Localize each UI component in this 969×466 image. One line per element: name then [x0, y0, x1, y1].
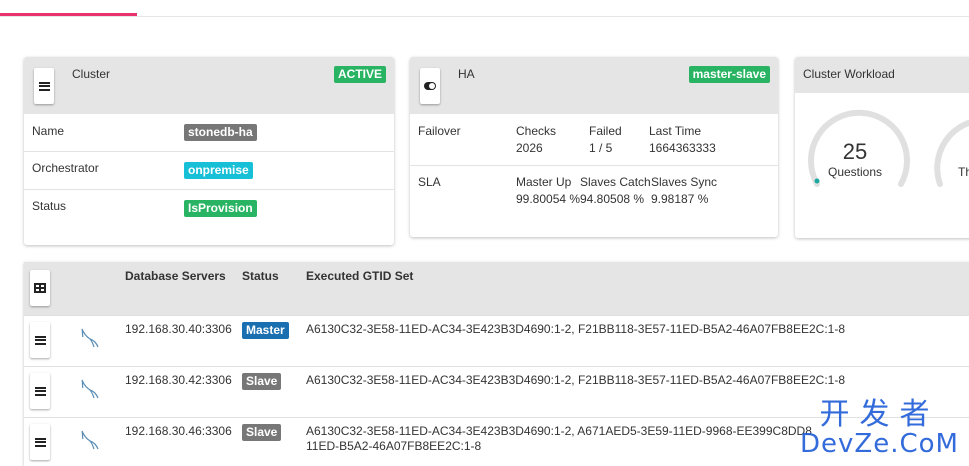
gtid-line: 11ED-B5A2-46A07FB8EE2C:1-8: [306, 439, 482, 453]
checks-label: Checks: [516, 124, 557, 138]
row-menu-button[interactable]: [30, 373, 50, 409]
sla-label: SLA: [418, 175, 441, 189]
col-gtid: Executed GTID Set: [306, 269, 414, 283]
row-menu-button[interactable]: [30, 322, 50, 358]
table-row[interactable]: 192.168.30.40:3306 Master A6130C32-3E58-…: [24, 315, 969, 366]
cluster-name-badge: stonedb-ha: [184, 124, 257, 141]
gtid-set: A6130C32-3E58-11ED-AC34-3E423B3D4690:1-2…: [306, 424, 812, 454]
mysql-dolphin-icon: [81, 379, 99, 399]
failed-label: Failed: [589, 124, 622, 138]
slaves-sync-label: Slaves Sync: [651, 175, 718, 189]
top-tab-bar: [0, 0, 969, 17]
ha-card: HA master-slave Failover Checks 2026 Fai…: [410, 57, 778, 237]
server-host: 192.168.30.46:3306: [125, 424, 232, 438]
server-host: 192.168.30.40:3306: [125, 322, 232, 336]
server-status-badge: Master: [242, 322, 289, 339]
gtid-set: A6130C32-3E58-11ED-AC34-3E423B3D4690:1-2…: [306, 322, 845, 337]
failover-label: Failover: [418, 124, 461, 138]
gtid-line: A6130C32-3E58-11ED-AC34-3E423B3D4690:1-2…: [306, 424, 812, 438]
servers-table-button[interactable]: [30, 270, 50, 306]
server-status-badge: Slave: [242, 373, 282, 390]
gtid-line: A6130C32-3E58-11ED-AC34-3E423B3D4690:1-2…: [306, 322, 845, 336]
slaves-catch-label: Slaves Catch: [580, 175, 651, 189]
second-gauge-label: Th: [958, 165, 969, 179]
ha-card-header: HA master-slave: [410, 57, 778, 114]
hamburger-icon: [34, 437, 46, 447]
master-up-value: 99.80054 %: [516, 192, 581, 206]
workload-card-header: Cluster Workload: [795, 57, 969, 93]
watermark: 开发者 DevZe.CoM: [800, 397, 959, 459]
gtid-set: A6130C32-3E58-11ED-AC34-3E423B3D4690:1-2…: [306, 373, 845, 388]
status-label: Status: [32, 199, 67, 213]
active-tab-indicator: [0, 13, 137, 16]
cluster-title: Cluster: [72, 67, 111, 81]
row-menu-button[interactable]: [30, 424, 50, 460]
last-time-label: Last Time: [649, 124, 702, 138]
divider: [24, 189, 394, 190]
divider: [24, 151, 394, 152]
workload-card: Cluster Workload 25 Questions Th: [795, 57, 969, 238]
cluster-name-label: Name: [32, 124, 65, 138]
servers-table-header: Database Servers Status Executed GTID Se…: [24, 262, 969, 315]
table-icon: [34, 283, 46, 293]
orchestrator-badge: onpremise: [184, 162, 253, 179]
slaves-catch-value: 94.80508 %: [580, 192, 645, 206]
hamburger-icon: [34, 335, 46, 345]
status-badge: IsProvision: [184, 200, 257, 217]
watermark-line2: DevZe.CoM: [800, 429, 959, 459]
mysql-dolphin-icon: [81, 430, 99, 450]
checks-value: 2026: [516, 141, 543, 155]
ha-mode-badge: master-slave: [688, 66, 770, 83]
server-host: 192.168.30.42:3306: [125, 373, 232, 387]
divider: [410, 165, 778, 166]
mysql-dolphin-icon: [81, 328, 99, 348]
orchestrator-label: Orchestrator: [32, 161, 99, 175]
cluster-card: Cluster ACTIVE Name stonedb-ha Orchestra…: [24, 57, 394, 245]
server-status-badge: Slave: [242, 424, 282, 441]
cluster-state-badge: ACTIVE: [333, 66, 386, 83]
toggle-icon: [424, 82, 436, 90]
watermark-line1: 开发者: [819, 397, 940, 432]
cluster-menu-button[interactable]: [34, 68, 54, 104]
col-status: Status: [242, 269, 279, 283]
master-up-label: Master Up: [516, 175, 572, 189]
questions-gauge-value: 25: [842, 139, 868, 164]
hamburger-icon: [34, 386, 46, 396]
slaves-sync-value: 9.98187 %: [651, 192, 709, 206]
last-time-value: 1664363333: [649, 141, 716, 155]
questions-gauge-dot: [814, 178, 820, 184]
cluster-card-header: Cluster ACTIVE: [24, 57, 394, 114]
col-database-servers: Database Servers: [125, 269, 226, 283]
ha-toggle-button[interactable]: [420, 68, 440, 104]
questions-gauge-label: Questions: [827, 165, 883, 179]
hamburger-icon: [38, 81, 50, 91]
gtid-line: A6130C32-3E58-11ED-AC34-3E423B3D4690:1-2…: [306, 373, 845, 387]
ha-title: HA: [458, 67, 475, 81]
failed-value: 1 / 5: [589, 141, 613, 155]
workload-title: Cluster Workload: [803, 67, 895, 81]
